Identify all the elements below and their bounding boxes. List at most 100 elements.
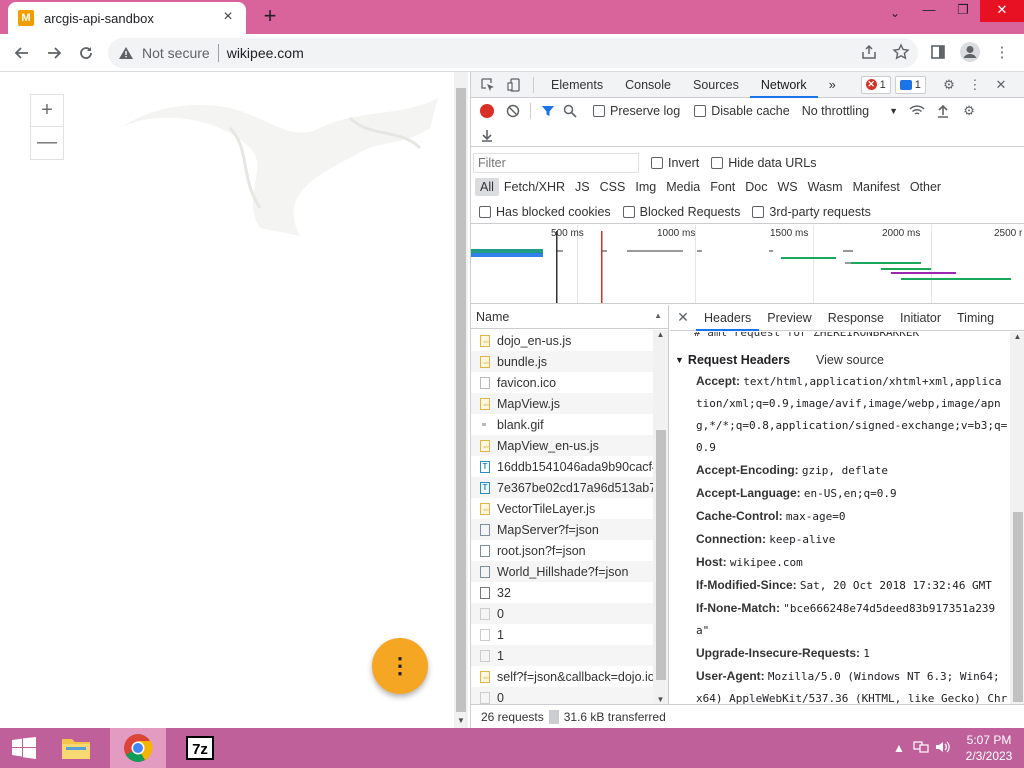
request-row[interactable]: 1 — [471, 645, 653, 666]
network-settings-icon[interactable]: ⚙ — [956, 98, 982, 124]
scroll-up-icon[interactable]: ▲ — [653, 330, 668, 339]
tab-console[interactable]: Console — [614, 72, 682, 98]
network-conditions-icon[interactable] — [904, 98, 930, 124]
start-button[interactable] — [0, 728, 48, 768]
blocked-cookies-checkbox[interactable]: Has blocked cookies — [479, 205, 611, 219]
zoom-out-button[interactable]: — — [31, 127, 63, 159]
type-wasm[interactable]: Wasm — [803, 178, 848, 196]
close-detail-icon[interactable]: ✕ — [670, 309, 696, 326]
reload-button[interactable] — [70, 37, 102, 69]
inspect-element-icon[interactable] — [475, 72, 501, 98]
invert-checkbox[interactable]: Invert — [651, 156, 699, 170]
message-badge[interactable]: 1 — [894, 75, 926, 94]
share-icon[interactable] — [860, 43, 878, 61]
network-icon[interactable] — [910, 740, 932, 757]
map-scroll-thumb[interactable] — [456, 88, 466, 712]
system-clock[interactable]: 5:07 PM 2/3/2023 — [954, 732, 1024, 764]
search-icon[interactable] — [559, 98, 581, 124]
hide-data-urls-checkbox[interactable]: Hide data URLs — [711, 156, 817, 170]
type-font[interactable]: Font — [705, 178, 740, 196]
devtools-menu-icon[interactable]: ⋮ — [962, 72, 988, 98]
more-tabs-button[interactable]: » — [818, 72, 847, 98]
type-img[interactable]: Img — [630, 178, 661, 196]
request-row[interactable]: 0 — [471, 603, 653, 624]
request-row[interactable]: self?f=json&callback=dojo.io — [471, 666, 653, 687]
request-row[interactable]: VectorTileLayer.js — [471, 498, 653, 519]
show-hidden-icons[interactable]: ▲ — [888, 741, 910, 755]
headers-scroll-thumb[interactable] — [1013, 512, 1023, 702]
chrome-taskbar-button[interactable] — [110, 728, 166, 768]
bookmark-star-icon[interactable] — [892, 43, 910, 61]
url-text[interactable]: wikipee.com — [227, 45, 304, 61]
request-row[interactable]: 0 — [471, 687, 653, 704]
disable-cache-checkbox[interactable]: Disable cache — [694, 104, 790, 118]
view-source-link[interactable]: View source — [816, 353, 884, 367]
export-har-icon[interactable] — [474, 122, 500, 148]
type-css[interactable]: CSS — [595, 178, 631, 196]
expand-triangle-icon[interactable]: ▼ — [675, 355, 684, 365]
warning-icon[interactable] — [118, 45, 134, 61]
third-party-checkbox[interactable]: 3rd-party requests — [752, 205, 871, 219]
request-row[interactable]: MapView_en-us.js — [471, 435, 653, 456]
request-list-scrollbar[interactable]: ▲ ▼ — [653, 330, 668, 704]
forward-button[interactable] — [38, 37, 70, 69]
tab-elements[interactable]: Elements — [540, 72, 614, 98]
map-view[interactable]: + — ⋮ ▼ — [0, 72, 468, 728]
minimize-button[interactable]: — — [912, 0, 946, 22]
address-bar[interactable]: Not secure wikipee.com — [108, 38, 918, 68]
import-har-icon[interactable] — [930, 98, 956, 124]
menu-fab-button[interactable]: ⋮ — [372, 638, 428, 694]
request-row[interactable]: World_Hillshade?f=json — [471, 561, 653, 582]
request-row[interactable]: dojo_en-us.js — [471, 330, 653, 351]
request-row[interactable]: blank.gif — [471, 414, 653, 435]
tab-timing[interactable]: Timing — [949, 305, 1002, 331]
restore-button[interactable]: ❐ — [946, 0, 980, 22]
browser-menu-icon[interactable]: ⋮ — [990, 40, 1014, 64]
scroll-down-icon[interactable]: ▼ — [653, 695, 668, 704]
scroll-down-icon[interactable]: ▼ — [454, 714, 468, 728]
settings-gear-icon[interactable]: ⚙ — [936, 72, 962, 98]
type-all[interactable]: All — [475, 178, 499, 196]
type-fetch-xhr[interactable]: Fetch/XHR — [499, 178, 570, 196]
preserve-log-checkbox[interactable]: Preserve log — [593, 104, 680, 118]
tab-search-icon[interactable]: ⌄ — [890, 6, 900, 20]
type-doc[interactable]: Doc — [740, 178, 772, 196]
throttling-dropdown-icon[interactable]: ▼ — [889, 106, 898, 116]
name-column-header[interactable]: Name ▲ — [471, 305, 668, 329]
tab-close-icon[interactable]: × — [220, 9, 236, 26]
request-row[interactable]: bundle.js — [471, 351, 653, 372]
type-media[interactable]: Media — [661, 178, 705, 196]
zoom-in-button[interactable]: + — [31, 95, 63, 127]
tab-response[interactable]: Response — [820, 305, 892, 331]
tab-network[interactable]: Network — [749, 72, 818, 98]
request-row[interactable]: T 7e367be02cd17a96d513ab74 — [471, 477, 653, 498]
close-devtools-icon[interactable]: ✕ — [988, 72, 1014, 98]
tab-preview[interactable]: Preview — [759, 305, 819, 331]
type-other[interactable]: Other — [905, 178, 946, 196]
blocked-requests-checkbox[interactable]: Blocked Requests — [622, 205, 740, 219]
error-badge[interactable]: ✕ 1 — [860, 75, 891, 94]
file-explorer-button[interactable] — [48, 728, 104, 768]
new-tab-button[interactable]: + — [258, 5, 282, 29]
headers-scrollbar[interactable]: ▲ — [1010, 332, 1024, 704]
request-row[interactable]: root.json?f=json — [471, 540, 653, 561]
filter-input[interactable]: Filter — [473, 153, 639, 173]
request-row[interactable]: MapServer?f=json — [471, 519, 653, 540]
profile-avatar-icon[interactable] — [958, 40, 982, 64]
request-row[interactable]: T 16ddb1541046ada9b90cacf4. — [471, 456, 653, 477]
record-button[interactable] — [480, 104, 494, 118]
throttling-select[interactable]: No throttling — [802, 104, 869, 118]
tab-sources[interactable]: Sources — [682, 72, 750, 98]
7zip-taskbar-button[interactable]: 7z — [172, 728, 228, 768]
request-row[interactable]: 1 — [471, 624, 653, 645]
request-row[interactable]: MapView.js — [471, 393, 653, 414]
request-headers-section[interactable]: ▼ Request Headers View source — [670, 350, 1010, 370]
request-row[interactable]: favicon.ico — [471, 372, 653, 393]
type-js[interactable]: JS — [570, 178, 595, 196]
scroll-up-icon[interactable]: ▲ — [1010, 332, 1024, 341]
back-button[interactable] — [6, 37, 38, 69]
side-panel-icon[interactable] — [926, 40, 950, 64]
clear-icon[interactable] — [502, 98, 524, 124]
filter-icon[interactable] — [537, 98, 559, 124]
security-label[interactable]: Not secure — [142, 45, 210, 61]
